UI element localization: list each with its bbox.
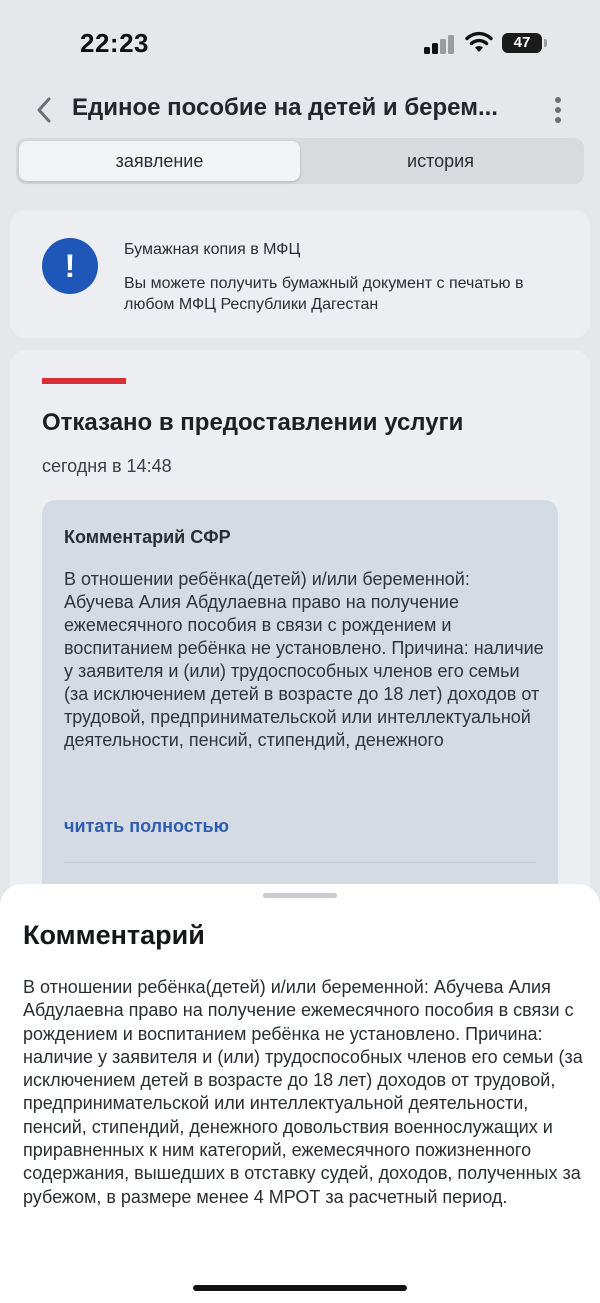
info-card-text: Вы можете получить бумажный документ с п… bbox=[124, 275, 524, 313]
status-title: Отказано в предоставлении услуги bbox=[42, 409, 464, 436]
comment-text: В отношении ребёнка(детей) и/или беремен… bbox=[64, 569, 544, 750]
tab-application[interactable]: заявление bbox=[19, 141, 300, 181]
home-indicator[interactable] bbox=[193, 1285, 407, 1291]
status-card: Отказано в предоставлении услуги сегодня… bbox=[10, 350, 590, 970]
info-card-title: Бумажная копия в МФЦ bbox=[124, 241, 301, 258]
chevron-left-icon bbox=[37, 97, 51, 123]
wifi-icon bbox=[464, 30, 494, 54]
divider bbox=[64, 862, 536, 863]
segmented-tabs: заявление история bbox=[16, 138, 584, 184]
nav-header: Единое пособие на детей и берем... bbox=[0, 88, 600, 132]
more-vertical-icon[interactable] bbox=[544, 92, 572, 128]
cellular-signal-icon bbox=[424, 34, 456, 54]
status-indicator-bar bbox=[42, 378, 126, 384]
tab-history[interactable]: история bbox=[300, 141, 581, 181]
exclamation-icon: ! bbox=[42, 238, 98, 294]
battery-icon: 47 bbox=[502, 33, 547, 53]
back-button[interactable] bbox=[28, 92, 60, 128]
info-card: ! Бумажная копия в МФЦ Вы можете получит… bbox=[10, 210, 590, 338]
sheet-title: Комментарий bbox=[23, 920, 205, 950]
sheet-grabber[interactable] bbox=[263, 893, 337, 898]
page-title: Единое пособие на детей и берем... bbox=[72, 94, 498, 121]
status-time: 22:23 bbox=[80, 28, 149, 58]
comment-label: Комментарий СФР bbox=[64, 527, 231, 547]
status-bar: 22:23 47 bbox=[0, 0, 600, 88]
sheet-text: В отношении ребёнка(детей) и/или беремен… bbox=[23, 977, 583, 1207]
status-date: сегодня в 14:48 bbox=[42, 456, 172, 476]
read-more-link[interactable]: читать полностью bbox=[64, 816, 229, 837]
comment-bottom-sheet: Комментарий В отношении ребёнка(детей) и… bbox=[0, 884, 600, 1303]
